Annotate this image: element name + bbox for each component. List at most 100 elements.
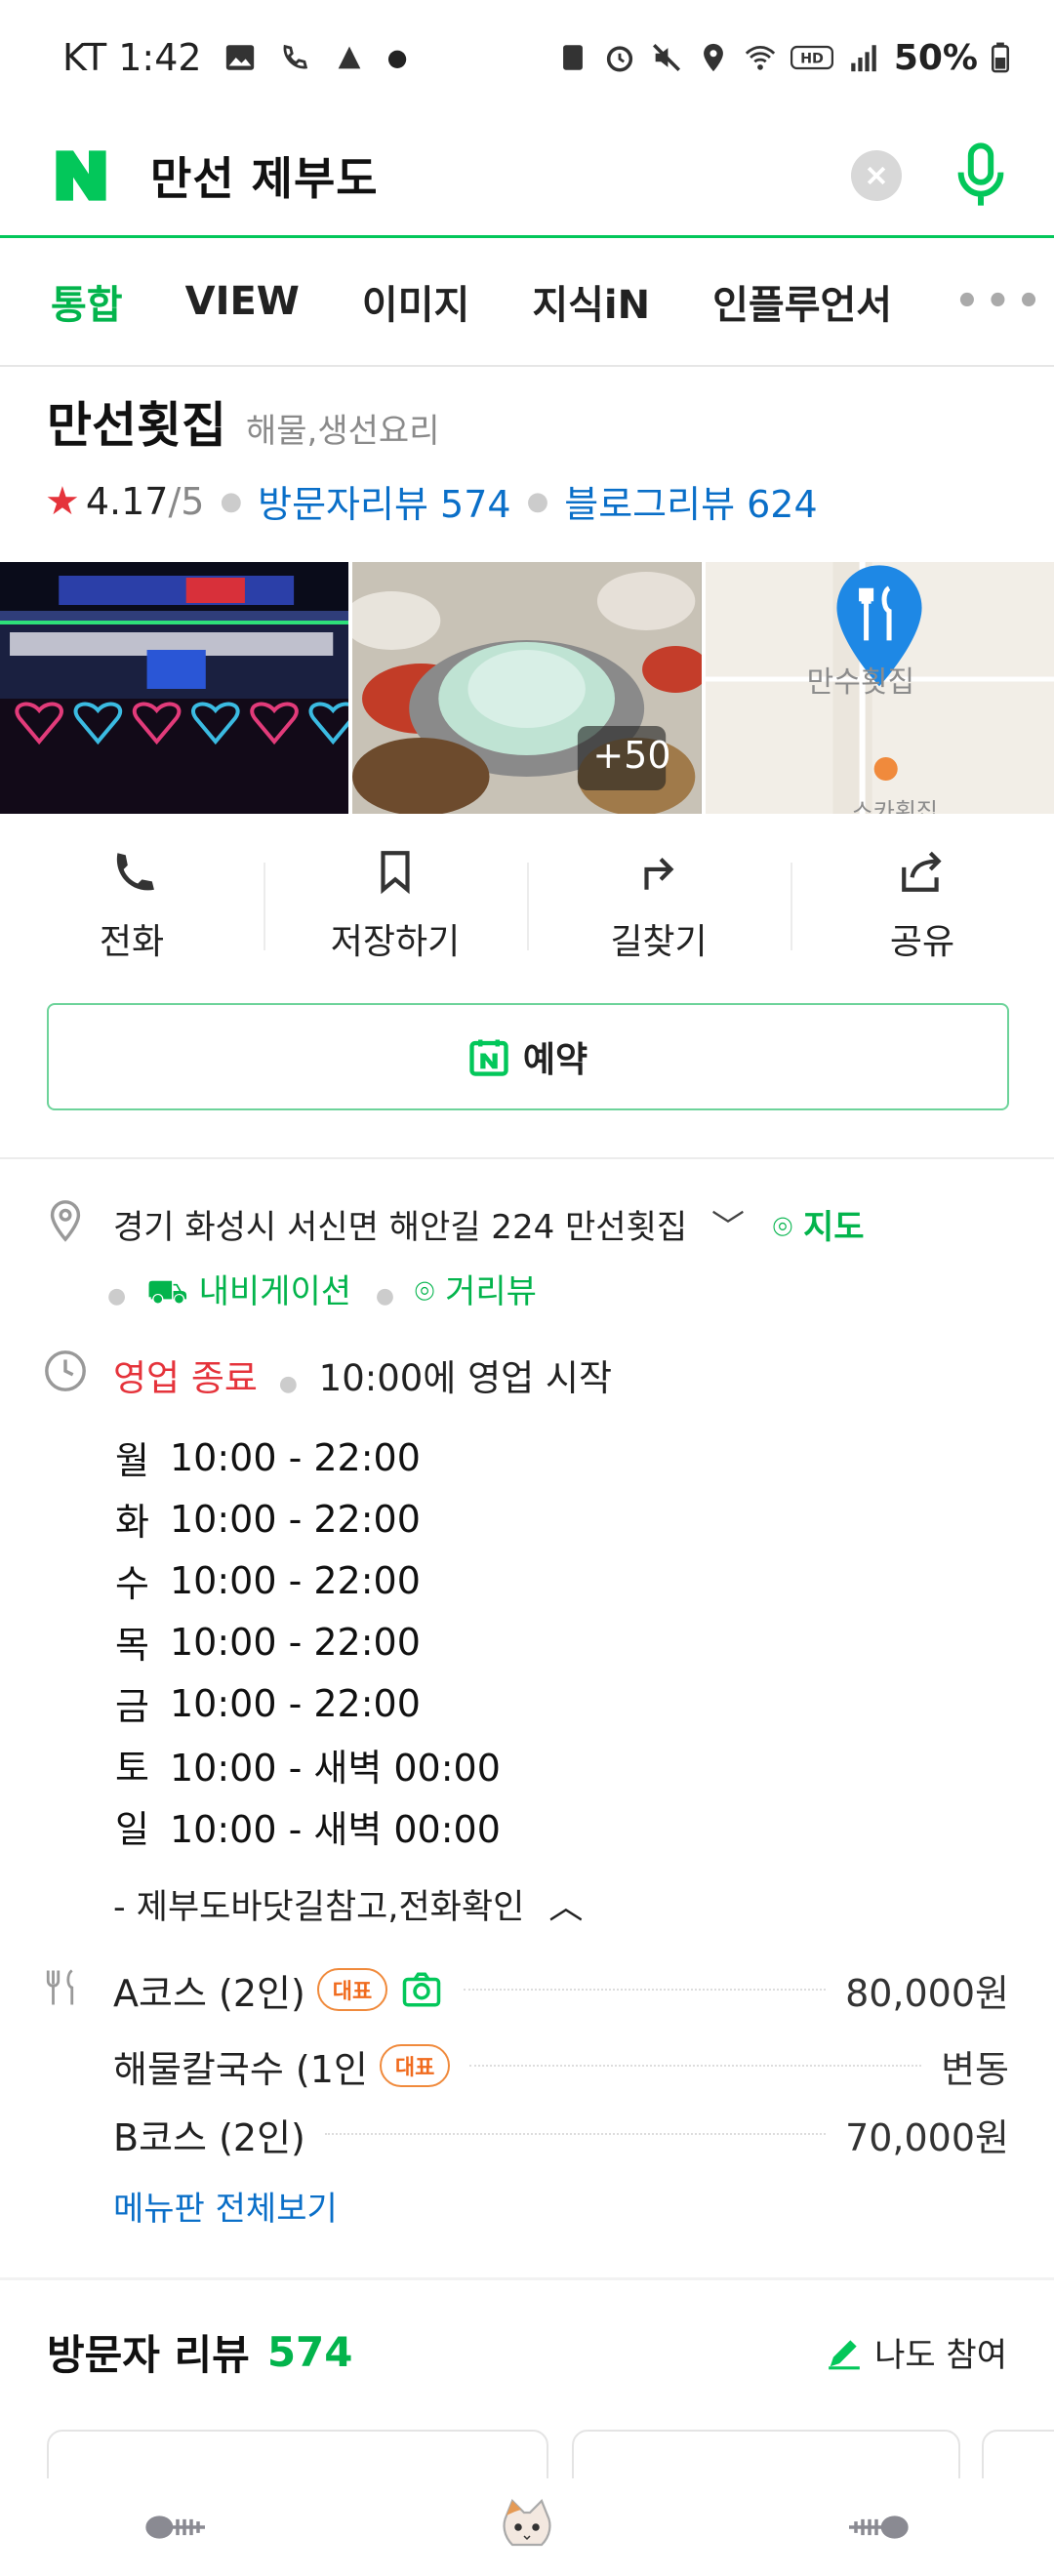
cat-face-icon[interactable] bbox=[498, 2498, 556, 2556]
write-review-button[interactable]: 나도 참여 bbox=[826, 2328, 1007, 2376]
business-status: 영업 종료 bbox=[113, 1357, 258, 1399]
star-icon: ★ bbox=[45, 478, 80, 524]
business-status-row: 영업 종료 ● 10:00에 영업 시작 bbox=[113, 1348, 612, 1401]
camera-icon[interactable] bbox=[399, 1969, 444, 2010]
hours-note-row[interactable]: - 제부도바닷길참고,전화확인 ︿ bbox=[113, 1879, 583, 1929]
directions-label: 길찾기 bbox=[610, 922, 708, 962]
tab-images[interactable]: 이미지 bbox=[362, 273, 469, 330]
hours-row: 수 10:00 - 22:00 bbox=[115, 1550, 501, 1611]
signature-badge: 대표 bbox=[316, 1968, 388, 2011]
view-full-menu-link[interactable]: 메뉴판 전체보기 bbox=[113, 2182, 338, 2230]
reserve-button[interactable]: 예약 bbox=[47, 1003, 1009, 1110]
photo-strip: +50 만수횟집 스카횟집 bbox=[0, 562, 1054, 814]
call-label: 전화 bbox=[99, 922, 165, 962]
address-text[interactable]: 경기 화성시 서신면 해안길 224 만선횟집 bbox=[113, 1208, 687, 1247]
separator-dot: ● bbox=[375, 1284, 395, 1308]
fish-bone-icon[interactable] bbox=[143, 2510, 212, 2545]
search-input[interactable]: 만선 제부도 bbox=[150, 143, 851, 208]
menu-item[interactable]: 해물칼국수 (1인 대표 변동 bbox=[113, 2033, 1009, 2098]
status-bar: KT 1:42 ● HD 50% bbox=[0, 0, 1054, 115]
chevron-down-icon[interactable]: ﹀ bbox=[711, 1208, 745, 1247]
tab-influencer[interactable]: 인플루언서 bbox=[712, 273, 892, 330]
street-view-icon: ⌾ bbox=[414, 1272, 435, 1311]
divider bbox=[0, 2277, 1054, 2280]
svg-text:HD: HD bbox=[800, 52, 824, 67]
more-photos-count[interactable]: +50 bbox=[592, 734, 670, 777]
directions-button[interactable]: 길찾기 bbox=[527, 847, 790, 964]
reviews-header: 방문자 리뷰 574 나도 참여 bbox=[47, 2322, 1007, 2382]
next-open: 10:00에 영업 시작 bbox=[318, 1357, 613, 1399]
hours-day: 목 bbox=[115, 1624, 149, 1667]
rating-row: ★ 4.17 /5 ● 방문자리뷰 574 ● 블로그리뷰 624 bbox=[0, 457, 1054, 528]
separator-dot: ● bbox=[526, 486, 549, 516]
app-notification-icon bbox=[338, 46, 360, 69]
hours-time: 10:00 - 22:00 bbox=[170, 1558, 421, 1602]
hours-time: 10:00 - 새벽 00:00 bbox=[170, 1808, 501, 1851]
visitor-reviews-link[interactable]: 방문자리뷰 574 bbox=[258, 474, 510, 528]
call-button[interactable]: 전화 bbox=[0, 847, 264, 964]
navigation-link[interactable]: 내비게이션 bbox=[199, 1272, 351, 1311]
hours-day: 일 bbox=[115, 1808, 149, 1851]
battery-percent: 50% bbox=[893, 37, 978, 78]
directions-icon bbox=[644, 858, 674, 890]
hours-row: 일 10:00 - 새벽 00:00 bbox=[115, 1795, 501, 1857]
menu-item-name: B코스 (2인) bbox=[113, 2115, 305, 2159]
separator-dot: ● bbox=[278, 1372, 298, 1396]
phone-icon bbox=[116, 853, 154, 891]
menu-item-name: 해물칼국수 (1인 bbox=[113, 2047, 368, 2091]
microphone-icon[interactable] bbox=[954, 141, 1007, 209]
recycle-icon bbox=[562, 45, 583, 70]
place-header: 만선횟집 해물,생선요리 bbox=[0, 367, 1054, 457]
location-icon bbox=[703, 43, 723, 72]
restaurant-night-photo[interactable] bbox=[0, 562, 349, 814]
save-button[interactable]: 저장하기 bbox=[264, 847, 527, 964]
fish-bone-icon[interactable] bbox=[842, 2510, 911, 2545]
alarm-icon bbox=[606, 46, 632, 72]
separator-dot: ● bbox=[220, 486, 243, 516]
hours-row: 토 10:00 - 새벽 00:00 bbox=[115, 1734, 501, 1795]
place-category: 해물,생선요리 bbox=[246, 412, 440, 451]
hd-icon: HD bbox=[790, 45, 833, 70]
place-name[interactable]: 만선횟집 bbox=[47, 386, 226, 457]
menu-item[interactable]: A코스 (2인) 대표 80,000원 bbox=[113, 1957, 1009, 2022]
hours-row: 금 10:00 - 22:00 bbox=[115, 1672, 501, 1734]
save-label: 저장하기 bbox=[330, 922, 461, 962]
bottom-nav bbox=[0, 2478, 1054, 2576]
menu-item-price: 변동 bbox=[941, 2047, 1009, 2091]
search-bar: 만선 제부도 bbox=[0, 115, 1054, 238]
map-thumbnail[interactable]: 만수횟집 스카횟집 bbox=[705, 562, 1054, 814]
utensils-icon bbox=[46, 1969, 74, 2005]
naver-logo[interactable] bbox=[49, 144, 113, 207]
bookmark-icon bbox=[381, 851, 410, 895]
tab-integrated[interactable]: 통합 bbox=[51, 273, 123, 330]
hours-day: 토 bbox=[115, 1747, 149, 1790]
clear-search-button[interactable] bbox=[851, 149, 902, 201]
carrier-time: KT 1:42 bbox=[62, 36, 202, 79]
rating-value: 4.17 bbox=[85, 479, 169, 523]
tab-knowledge[interactable]: 지식iN bbox=[532, 273, 650, 330]
hours-time: 10:00 - 새벽 00:00 bbox=[170, 1747, 501, 1790]
menu-leader bbox=[324, 2133, 827, 2135]
menu-item[interactable]: B코스 (2인) 70,000원 bbox=[113, 2102, 1009, 2166]
map-place-label: 만수횟집 bbox=[806, 665, 915, 700]
separator-dot: ● bbox=[107, 1284, 127, 1308]
share-button[interactable]: 공유 bbox=[790, 847, 1054, 964]
location-pin-icon bbox=[50, 1200, 81, 1242]
more-tabs-icon[interactable]: ••• bbox=[954, 279, 1047, 324]
map-pin-green-icon: ⌾ bbox=[772, 1208, 793, 1247]
reserve-label: 예약 bbox=[522, 1040, 588, 1080]
wifi-icon bbox=[745, 45, 775, 70]
food-photo[interactable]: +50 bbox=[352, 562, 702, 814]
street-view-link[interactable]: 거리뷰 bbox=[445, 1272, 537, 1311]
search-tabs: 통합 VIEW 이미지 지식iN 인플루언서 ••• bbox=[0, 238, 1054, 367]
chevron-up-icon[interactable]: ︿ bbox=[548, 1888, 583, 1927]
map-link[interactable]: 지도 bbox=[803, 1208, 865, 1247]
menu-item-name: A코스 (2인) bbox=[113, 1971, 305, 2015]
blog-reviews-link[interactable]: 블로그리뷰 624 bbox=[564, 474, 817, 528]
hours-time: 10:00 - 22:00 bbox=[170, 1620, 421, 1664]
clock-icon bbox=[45, 1350, 86, 1391]
call-missed-icon bbox=[283, 44, 307, 69]
map-nearby-label: 스카횟집 bbox=[851, 798, 938, 814]
rating-max: /5 bbox=[168, 479, 205, 523]
tab-view[interactable]: VIEW bbox=[185, 279, 300, 324]
